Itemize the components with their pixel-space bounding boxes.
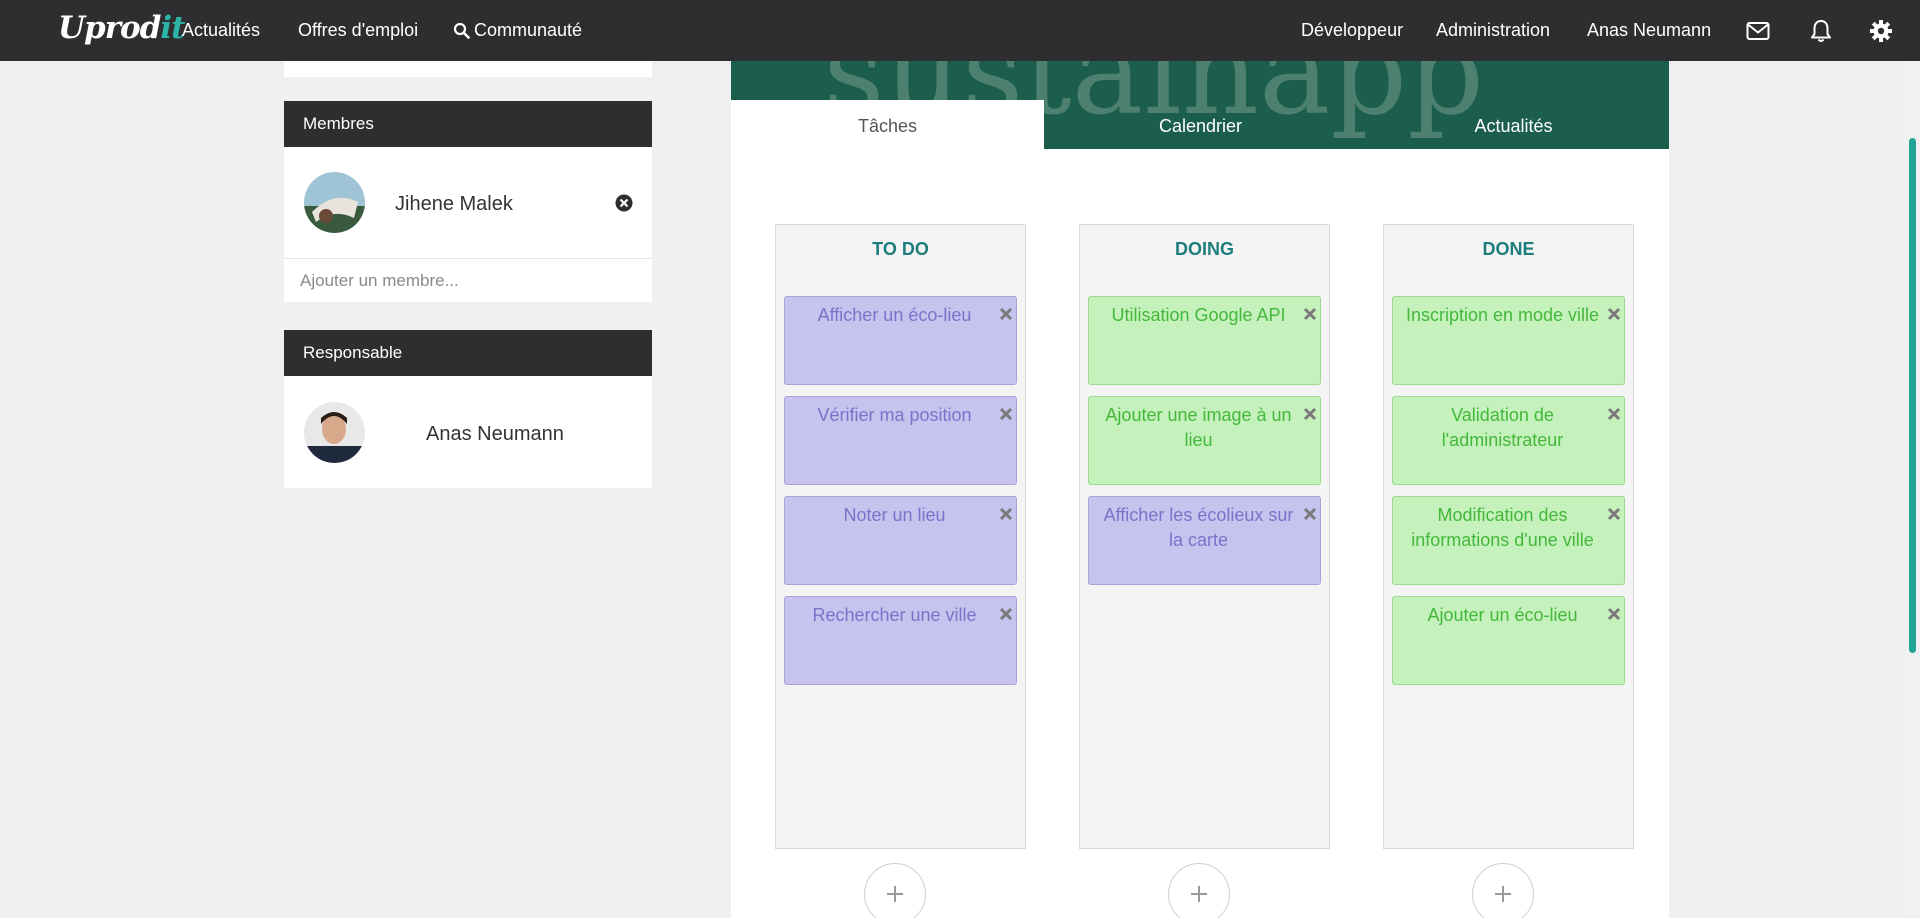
task-title: Afficher un éco-lieu xyxy=(817,305,972,325)
task-title: Ajouter une image à un lieu xyxy=(1105,405,1292,450)
task-title: Noter un lieu xyxy=(843,505,946,525)
nav-communaute-label: Communauté xyxy=(474,20,583,40)
column-doing: DOING Utilisation Google API Ajouter une… xyxy=(1079,224,1330,849)
close-task-icon[interactable] xyxy=(999,307,1013,321)
member-avatar[interactable] xyxy=(304,172,365,233)
column-title-doing: DOING xyxy=(1174,239,1234,259)
nav-communaute[interactable]: Communauté xyxy=(453,20,582,41)
tab-taches[interactable]: Tâches xyxy=(731,100,1044,149)
task-title: Afficher les écolieux sur la carte xyxy=(1103,505,1294,550)
close-task-icon[interactable] xyxy=(999,407,1013,421)
task-card[interactable]: Inscription en mode ville xyxy=(1392,296,1625,385)
plus-icon xyxy=(887,886,903,902)
add-task-button-doing[interactable] xyxy=(1168,863,1230,918)
members-title: Membres xyxy=(284,101,652,147)
nav-user-name[interactable]: Anas Neumann xyxy=(1587,20,1711,41)
sidebar-card-remnant xyxy=(284,61,652,77)
close-task-icon[interactable] xyxy=(1607,607,1621,621)
close-task-icon[interactable] xyxy=(1303,507,1317,521)
close-task-icon[interactable] xyxy=(1303,407,1317,421)
plus-icon xyxy=(1191,886,1207,902)
task-card[interactable]: Ajouter une image à un lieu xyxy=(1088,396,1321,485)
members-card: Membres Jihene Malek Ajouter un membre..… xyxy=(284,101,652,302)
task-card[interactable]: Utilisation Google API xyxy=(1088,296,1321,385)
envelope-icon[interactable] xyxy=(1745,18,1771,44)
column-todo: TO DO Afficher un éco-lieu Vérifier ma p… xyxy=(775,224,1026,849)
task-title: Rechercher une ville xyxy=(812,605,977,625)
task-card[interactable]: Afficher un éco-lieu xyxy=(784,296,1017,385)
nav-offres-emploi[interactable]: Offres d'emploi xyxy=(298,20,418,41)
plus-icon xyxy=(1495,886,1511,902)
column-title-done: DONE xyxy=(1482,239,1535,259)
close-task-icon[interactable] xyxy=(1303,307,1317,321)
tab-actualites[interactable]: Actualités xyxy=(1357,100,1670,149)
top-navbar: Uprodit Actualités Offres d'emploi Commu… xyxy=(0,0,1920,61)
member-name: Jihene Malek xyxy=(395,193,513,215)
gear-icon[interactable] xyxy=(1868,18,1894,44)
close-task-icon[interactable] xyxy=(1607,307,1621,321)
search-icon xyxy=(453,22,470,39)
task-card[interactable]: Afficher les écolieux sur la carte xyxy=(1088,496,1321,585)
close-task-icon[interactable] xyxy=(999,507,1013,521)
close-task-icon[interactable] xyxy=(1607,407,1621,421)
responsible-row: Anas Neumann xyxy=(284,376,652,488)
task-card[interactable]: Validation de l'administrateur xyxy=(1392,396,1625,485)
responsible-name: Anas Neumann xyxy=(426,423,564,445)
tab-calendrier[interactable]: Calendrier xyxy=(1044,100,1357,149)
responsible-avatar[interactable] xyxy=(304,402,365,463)
task-title: Inscription en mode ville xyxy=(1405,305,1600,325)
task-card[interactable]: Rechercher une ville xyxy=(784,596,1017,685)
brand-name-b: it xyxy=(160,10,185,46)
close-task-icon[interactable] xyxy=(1607,507,1621,521)
task-title: Modification des informations d'une vill… xyxy=(1411,505,1594,550)
task-card[interactable]: Vérifier ma position xyxy=(784,396,1017,485)
member-row: Jihene Malek xyxy=(284,147,652,259)
brand-name-a: Uprod xyxy=(58,10,161,46)
task-card[interactable]: Modification des informations d'une vill… xyxy=(1392,496,1625,585)
task-card[interactable]: Ajouter un éco-lieu xyxy=(1392,596,1625,685)
task-card[interactable]: Noter un lieu xyxy=(784,496,1017,585)
task-title: Vérifier ma position xyxy=(817,405,972,425)
bell-icon[interactable] xyxy=(1808,18,1834,44)
responsible-card: Responsable Anas Neumann xyxy=(284,330,652,488)
page-scrollbar-thumb[interactable] xyxy=(1909,138,1916,653)
nav-administration[interactable]: Administration xyxy=(1436,20,1550,41)
add-task-button-done[interactable] xyxy=(1472,863,1534,918)
brand-logo[interactable]: Uprodit xyxy=(58,10,186,46)
nav-actualites[interactable]: Actualités xyxy=(182,20,260,41)
close-task-icon[interactable] xyxy=(999,607,1013,621)
responsible-title: Responsable xyxy=(284,330,652,376)
remove-member-icon[interactable] xyxy=(615,194,633,212)
add-member-input[interactable]: Ajouter un membre... xyxy=(284,259,652,302)
task-title: Validation de l'administrateur xyxy=(1441,405,1564,450)
task-title: Ajouter un éco-lieu xyxy=(1427,605,1578,625)
column-title-todo: TO DO xyxy=(872,239,929,259)
add-task-button-todo[interactable] xyxy=(864,863,926,918)
nav-developpeur[interactable]: Développeur xyxy=(1301,20,1403,41)
task-title: Utilisation Google API xyxy=(1111,305,1286,325)
column-done: DONE Inscription en mode ville Validatio… xyxy=(1383,224,1634,849)
